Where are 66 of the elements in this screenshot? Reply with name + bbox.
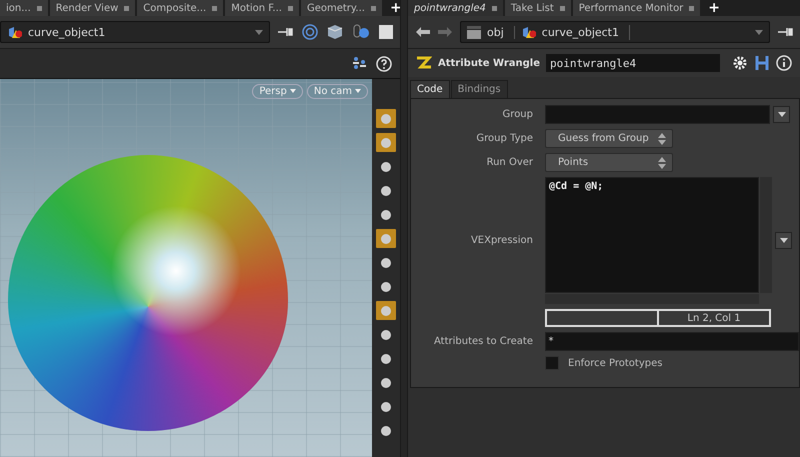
cube-icon[interactable] bbox=[326, 23, 344, 41]
camera-menu-button[interactable]: No cam bbox=[306, 84, 368, 99]
add-tab-button[interactable]: + bbox=[702, 0, 726, 16]
parameter-label: Run Over bbox=[486, 157, 533, 168]
parameter-label: Group Type bbox=[475, 133, 533, 144]
checkbox-label: Enforce Prototypes bbox=[568, 358, 662, 368]
clapboard-icon[interactable] bbox=[467, 26, 481, 38]
caret-icon[interactable] bbox=[290, 89, 296, 94]
cursor-position-label: Ln 2, Col 1 bbox=[657, 311, 769, 325]
view-menu-button[interactable]: Persp bbox=[252, 84, 303, 99]
close-icon[interactable] bbox=[288, 6, 293, 10]
menu-dropdown[interactable]: Guess from Group bbox=[545, 129, 673, 148]
pane-tab[interactable]: pointwrangle4 bbox=[408, 0, 503, 16]
target-icon[interactable] bbox=[302, 24, 318, 40]
pane-tab[interactable]: Performance Monitor bbox=[572, 0, 700, 16]
code-editor[interactable]: @Cd = @N; bbox=[545, 177, 759, 293]
path-field[interactable]: curve_object1 bbox=[0, 21, 270, 43]
back-arrow-icon[interactable] bbox=[416, 27, 430, 37]
caret-icon[interactable] bbox=[355, 89, 361, 94]
up-down-arrows-icon[interactable] bbox=[658, 156, 666, 168]
object-icon[interactable] bbox=[520, 24, 536, 40]
path-crumb[interactable]: curve_object1 bbox=[520, 24, 630, 40]
node-type-label: Attribute Wrangle bbox=[438, 58, 540, 68]
pane-tab[interactable]: Take List bbox=[504, 0, 571, 16]
up-down-arrows-icon[interactable] bbox=[658, 132, 666, 144]
enforce-prototypes-checkbox[interactable] bbox=[545, 356, 559, 370]
path-crumb[interactable]: obj bbox=[467, 26, 515, 38]
dropdown-arrow-icon[interactable] bbox=[780, 238, 788, 243]
square-icon[interactable] bbox=[378, 24, 394, 40]
info-icon[interactable] bbox=[776, 55, 792, 71]
close-icon[interactable] bbox=[560, 6, 565, 10]
attributes-field[interactable]: * bbox=[545, 332, 799, 351]
pane-tab[interactable]: ion... bbox=[0, 0, 48, 16]
node-name-field[interactable]: pointwrangle4 bbox=[546, 54, 720, 72]
dropdown-button[interactable] bbox=[775, 232, 792, 249]
pane-tab[interactable]: Render View bbox=[50, 0, 136, 16]
parameter-label: Group bbox=[502, 109, 533, 120]
gear-icon[interactable] bbox=[732, 55, 748, 71]
add-tab-button[interactable]: + bbox=[384, 0, 400, 16]
pin-icon[interactable] bbox=[778, 27, 794, 37]
people-icon[interactable] bbox=[352, 56, 368, 72]
close-icon[interactable] bbox=[689, 6, 694, 10]
parameter-tab[interactable]: Bindings bbox=[450, 80, 508, 98]
object-icon[interactable] bbox=[7, 24, 22, 40]
h-letter-icon[interactable] bbox=[754, 55, 770, 71]
pin-icon[interactable] bbox=[278, 27, 294, 37]
pane-tab[interactable]: Composite... bbox=[137, 0, 224, 16]
dropdown-arrow-icon[interactable] bbox=[778, 112, 786, 117]
group-field[interactable] bbox=[545, 105, 770, 124]
close-icon[interactable] bbox=[212, 6, 218, 10]
menu-dropdown[interactable]: Points bbox=[545, 153, 673, 172]
wrangle-node-icon[interactable] bbox=[416, 55, 432, 71]
close-icon[interactable] bbox=[36, 6, 42, 10]
dropdown-arrow-icon[interactable] bbox=[755, 30, 763, 34]
parameter-label: VEXpression bbox=[470, 235, 533, 246]
close-icon[interactable] bbox=[492, 6, 497, 10]
dropdown-arrow-icon[interactable] bbox=[255, 30, 263, 34]
close-icon[interactable] bbox=[370, 6, 376, 10]
light-icon[interactable] bbox=[352, 23, 370, 41]
pane-tab[interactable]: Motion F... bbox=[225, 0, 299, 16]
help-icon[interactable] bbox=[376, 56, 392, 72]
close-icon[interactable] bbox=[124, 6, 130, 10]
parameter-tab[interactable]: Code bbox=[410, 80, 450, 98]
dropdown-button[interactable] bbox=[773, 106, 790, 123]
parameter-label: Attributes to Create bbox=[433, 336, 533, 347]
pane-tab[interactable]: Geometry... bbox=[300, 0, 382, 16]
